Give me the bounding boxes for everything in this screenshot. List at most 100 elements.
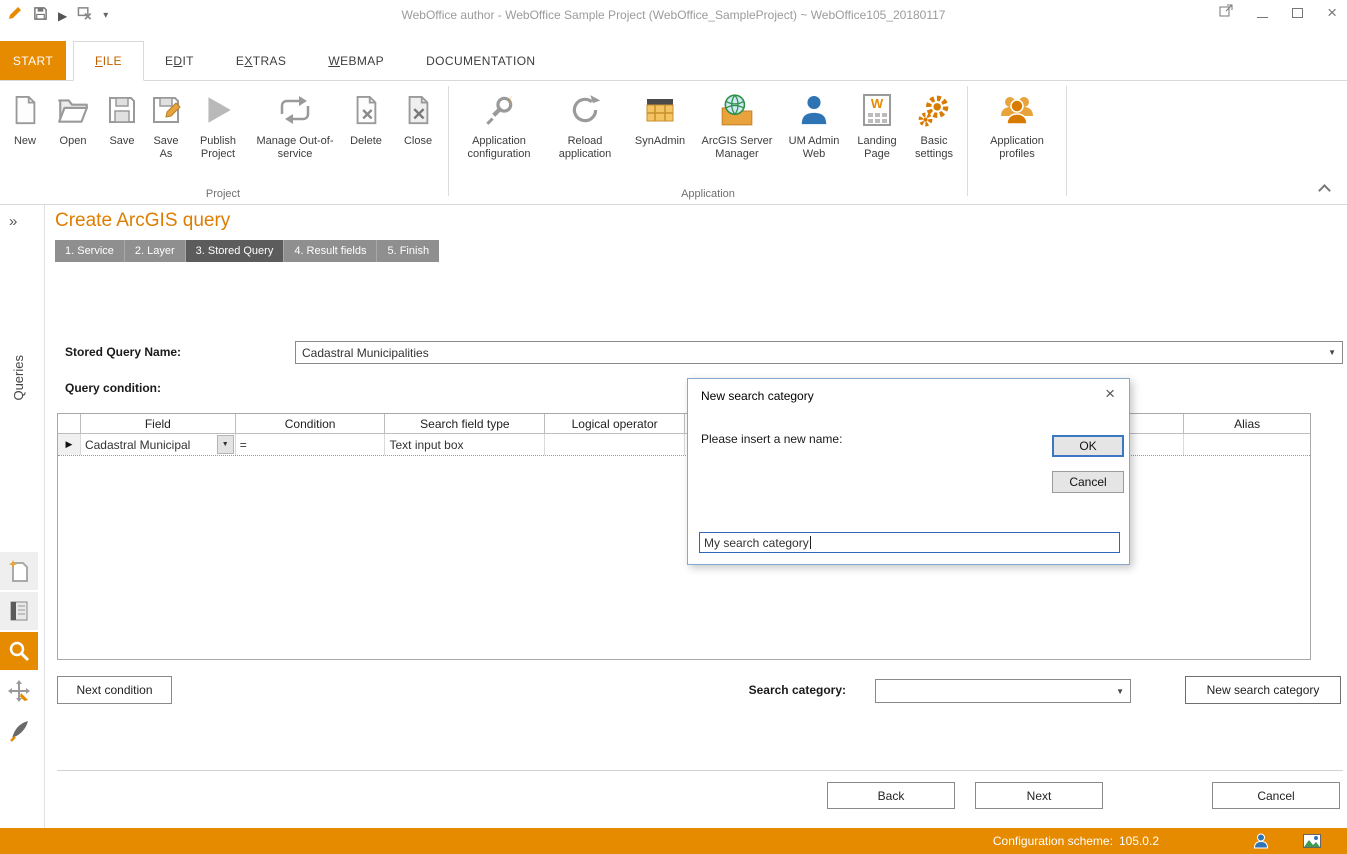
quill-pen-icon xyxy=(8,719,30,743)
tab-file[interactable]: FILE xyxy=(73,41,144,81)
sidebar-new-query-button[interactable] xyxy=(0,552,38,590)
ribbon-open-button[interactable]: Open xyxy=(48,83,98,150)
ribbon-save-button[interactable]: Save xyxy=(98,83,146,150)
wizard-step-stored-query[interactable]: 3. Stored Query xyxy=(186,240,285,262)
new-search-category-dialog: New search category × Please insert a ne… xyxy=(687,378,1130,565)
sidebar: » Queries xyxy=(0,205,45,828)
dialog-ok-button[interactable]: OK xyxy=(1052,435,1124,457)
publish-play-icon[interactable]: ▶ xyxy=(58,9,67,23)
ribbon-new-button[interactable]: New xyxy=(2,83,48,150)
dialog-title: New search category xyxy=(701,389,814,403)
landing-page-icon: W xyxy=(862,85,892,135)
ribbon-application-profiles-button[interactable]: Application profiles xyxy=(972,83,1062,163)
collapse-ribbon-icon[interactable] xyxy=(1318,184,1331,197)
sidebar-search-tool-button[interactable] xyxy=(0,632,38,670)
ribbon-group-label-profiles xyxy=(972,200,1062,204)
cell-logical-operator[interactable] xyxy=(545,434,685,455)
wizard-step-result-fields[interactable]: 4. Result fields xyxy=(284,240,377,262)
out-of-service-arrows-icon xyxy=(277,85,313,135)
ribbon-publish-project-button[interactable]: Publish Project xyxy=(186,83,250,163)
dialog-close-icon[interactable]: × xyxy=(1105,386,1115,402)
text-caret xyxy=(810,536,811,549)
new-name-input[interactable]: My search category xyxy=(699,532,1120,553)
ribbon-group-profiles: Application profiles xyxy=(970,81,1064,204)
cancel-button[interactable]: Cancel xyxy=(1212,782,1340,809)
grid-header-alias[interactable]: Alias xyxy=(1184,414,1310,433)
ribbon-basic-settings-button[interactable]: Basic settings xyxy=(905,83,963,163)
footer-separator xyxy=(57,770,1343,771)
stored-query-name-combobox[interactable]: Cadastral Municipalities ▼ xyxy=(295,341,1343,364)
row-marker-icon: ▶ xyxy=(66,439,73,450)
wrench-configuration-icon xyxy=(482,85,516,135)
expand-panel-icon[interactable]: » xyxy=(9,213,17,230)
status-map-icon[interactable] xyxy=(1303,834,1321,853)
tab-extras[interactable]: EXTRAS xyxy=(215,41,307,80)
grid-header-logical-operator[interactable]: Logical operator xyxy=(545,414,685,433)
dialog-prompt: Please insert a new name: xyxy=(701,432,842,446)
people-group-icon xyxy=(999,85,1035,135)
wizard-step-service[interactable]: 1. Service xyxy=(55,240,125,262)
qat-menu-caret-icon[interactable]: ▾ xyxy=(103,10,108,21)
ribbon-landing-page-button[interactable]: W Landing Page xyxy=(849,83,905,163)
tab-start[interactable]: START xyxy=(0,41,66,80)
title-bar: ▶ ▾ WebOffice author - WebOffice Sample … xyxy=(0,0,1347,30)
wizard-step-layer[interactable]: 2. Layer xyxy=(125,240,186,262)
dialog-cancel-button[interactable]: Cancel xyxy=(1052,471,1124,493)
move-arrows-icon xyxy=(7,679,31,703)
out-of-service-icon[interactable] xyxy=(77,6,93,26)
cell-alias[interactable] xyxy=(1184,434,1310,455)
save-icon[interactable] xyxy=(33,6,48,26)
sidebar-move-edit-button[interactable] xyxy=(0,672,38,710)
popout-window-icon[interactable] xyxy=(1219,4,1233,22)
field-dropdown-button[interactable]: ▼ xyxy=(217,435,234,454)
grid-header-field[interactable]: Field xyxy=(81,414,236,433)
publish-play-icon xyxy=(201,85,235,135)
close-window-icon[interactable]: × xyxy=(1327,6,1337,20)
ribbon-reload-application-button[interactable]: Reload application xyxy=(545,83,625,163)
arcgis-globe-icon xyxy=(719,85,755,135)
ribbon-group-application: Application configuration Reload applica… xyxy=(451,81,965,204)
delete-document-icon xyxy=(351,85,381,135)
search-category-label: Search category: xyxy=(686,683,846,697)
maximize-icon[interactable] xyxy=(1292,8,1303,18)
ribbon-manage-out-of-service-button[interactable]: Manage Out-of-service xyxy=(250,83,340,163)
search-category-combobox[interactable]: ▼ xyxy=(875,679,1131,703)
ribbon-divider xyxy=(1066,86,1067,196)
new-search-category-button[interactable]: New search category xyxy=(1185,676,1341,704)
cell-condition[interactable]: = xyxy=(236,434,386,455)
chevron-down-icon[interactable]: ▼ xyxy=(1116,687,1124,696)
new-document-icon xyxy=(10,85,40,135)
save-as-icon xyxy=(150,85,182,135)
back-button[interactable]: Back xyxy=(827,782,955,809)
grid-header-condition[interactable]: Condition xyxy=(236,414,386,433)
cell-field-value: Cadastral Municipal xyxy=(85,438,190,452)
status-user-icon[interactable] xyxy=(1253,833,1269,854)
ribbon-arcgis-server-manager-button[interactable]: ArcGIS Server Manager xyxy=(695,83,779,163)
tab-edit[interactable]: EDIT xyxy=(144,41,215,80)
status-bar: Configuration scheme: 105.0.2 xyxy=(0,828,1347,854)
sidebar-query-list-button[interactable] xyxy=(0,592,38,630)
ribbon-delete-button[interactable]: Delete xyxy=(340,83,392,150)
ribbon-group-label-application: Application xyxy=(453,188,963,204)
next-button[interactable]: Next xyxy=(975,782,1103,809)
configuration-scheme-status: Configuration scheme: 105.0.2 xyxy=(993,834,1159,848)
tab-documentation[interactable]: DOCUMENTATION xyxy=(405,41,556,80)
next-condition-button[interactable]: Next condition xyxy=(57,676,172,704)
ribbon-synadmin-button[interactable]: SynAdmin xyxy=(625,83,695,150)
tab-webmap[interactable]: WEBMAP xyxy=(307,41,405,80)
ribbon-close-button[interactable]: Close xyxy=(392,83,444,150)
chevron-down-icon: ▼ xyxy=(222,441,229,448)
cell-field[interactable]: Cadastral Municipal ▼ xyxy=(81,434,236,455)
chevron-down-icon[interactable]: ▼ xyxy=(1328,348,1336,357)
ribbon-save-as-button[interactable]: Save As xyxy=(146,83,186,163)
wizard-step-finish[interactable]: 5. Finish xyxy=(377,240,439,262)
sidebar-quill-button[interactable] xyxy=(0,712,38,750)
svg-text:W: W xyxy=(871,96,884,111)
ribbon-application-configuration-button[interactable]: Application configuration xyxy=(453,83,545,163)
ribbon-um-admin-web-button[interactable]: UM Admin Web xyxy=(779,83,849,163)
minimize-icon[interactable] xyxy=(1257,17,1268,18)
grid-header-search-field-type[interactable]: Search field type xyxy=(385,414,545,433)
cell-search-field-type[interactable]: Text input box xyxy=(385,434,545,455)
edit-pen-icon[interactable] xyxy=(7,5,23,26)
window-controls: × xyxy=(1219,4,1337,22)
